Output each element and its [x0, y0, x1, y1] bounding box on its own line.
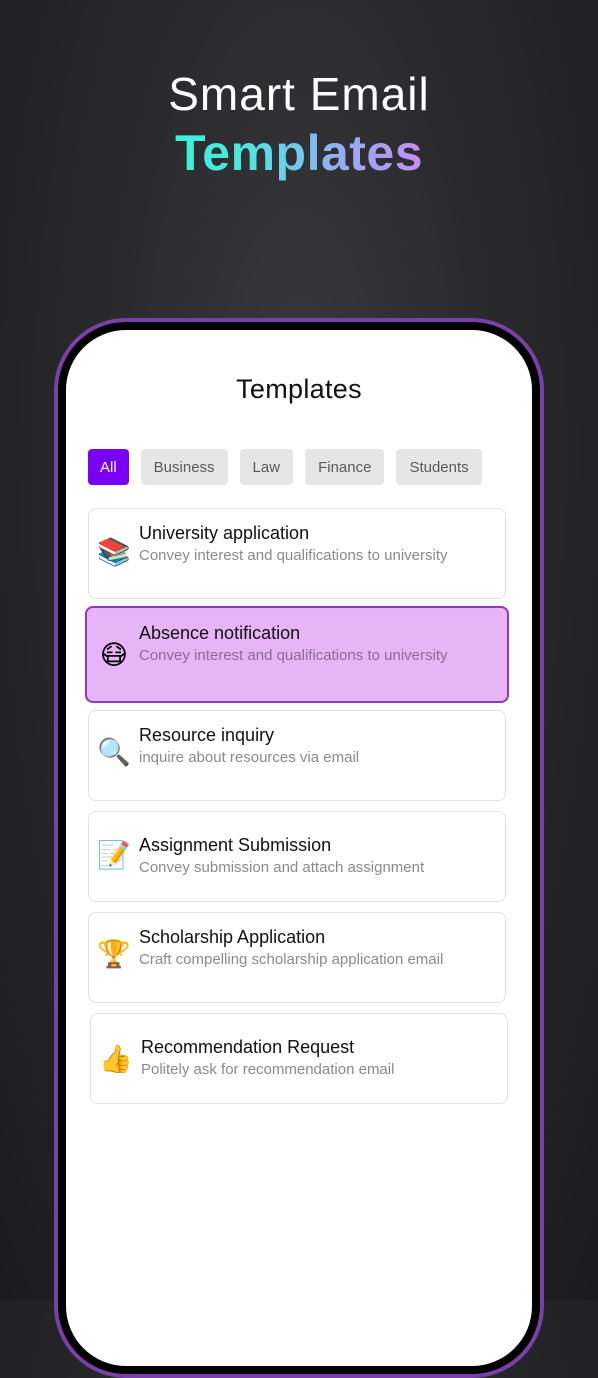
template-list: 📚 University application Convey interest… [85, 508, 509, 1114]
memo-icon: 📝 [97, 840, 131, 870]
template-title: Scholarship Application [139, 927, 326, 947]
books-icon: 📚 [97, 537, 131, 567]
page-title: Templates [236, 374, 362, 404]
template-description: Convey interest and qualifications to un… [139, 547, 448, 564]
template-card-text: University application Convey interest a… [139, 522, 485, 566]
template-description: Convey interest and qualifications to un… [139, 647, 448, 664]
filter-chip-finance[interactable]: Finance [305, 449, 385, 485]
template-card-absence-notification[interactable]: 😷 Absence notification Convey interest a… [85, 606, 509, 703]
hero-title-line1: Smart Email [168, 68, 430, 120]
template-title: Resource inquiry [139, 725, 275, 745]
filter-chip-business[interactable]: Business [140, 449, 228, 485]
thumbs-up-icon: 👍 [99, 1044, 133, 1074]
medical-mask-face-icon: 😷 [99, 640, 129, 670]
template-card-recommendation-request[interactable]: 👍 Recommendation Request Politely ask fo… [90, 1013, 508, 1104]
template-description: Politely ask for recommendation email [141, 1061, 395, 1078]
template-title: Recommendation Request [141, 1037, 355, 1057]
template-card-assignment-submission[interactable]: 📝 Assignment Submission Convey submissio… [88, 811, 506, 902]
template-card-text: Resource inquiry inquire about resources… [139, 724, 485, 768]
template-card-text: Scholarship Application Craft compelling… [139, 926, 485, 970]
filter-chip-law[interactable]: Law [239, 449, 294, 485]
template-card-text: Absence notification Convey interest and… [139, 622, 487, 666]
template-card-text: Assignment Submission Convey submission … [139, 834, 485, 878]
template-card-resource-inquiry[interactable]: 🔍 Resource inquiry inquire about resourc… [88, 710, 506, 801]
template-description: Convey submission and attach assignment [139, 859, 425, 876]
template-card-university-application[interactable]: 📚 University application Convey interest… [88, 508, 506, 599]
filter-chip-all[interactable]: All [88, 449, 129, 485]
trophy-icon: 🏆 [97, 939, 131, 969]
template-title: University application [139, 523, 310, 543]
hero-title-line2: Templates [174, 125, 424, 181]
template-title: Absence notification [139, 623, 301, 643]
phone-frame: Templates All Business Law Finance Stude… [54, 318, 544, 1378]
phone-bezel: Templates All Business Law Finance Stude… [58, 322, 540, 1374]
category-filter-bar: All Business Law Finance Students [88, 449, 482, 485]
magnifying-glass-icon: 🔍 [97, 737, 131, 767]
app-screen: Templates All Business Law Finance Stude… [66, 330, 532, 1366]
template-card-scholarship-application[interactable]: 🏆 Scholarship Application Craft compelli… [88, 912, 506, 1003]
template-description: Craft compelling scholarship application… [139, 951, 444, 968]
filter-chip-students[interactable]: Students [396, 449, 482, 485]
template-description: inquire about resources via email [139, 749, 360, 766]
template-title: Assignment Submission [139, 835, 332, 855]
template-card-text: Recommendation Request Politely ask for … [141, 1036, 487, 1080]
hero-header: Smart Email Templates [0, 64, 598, 182]
